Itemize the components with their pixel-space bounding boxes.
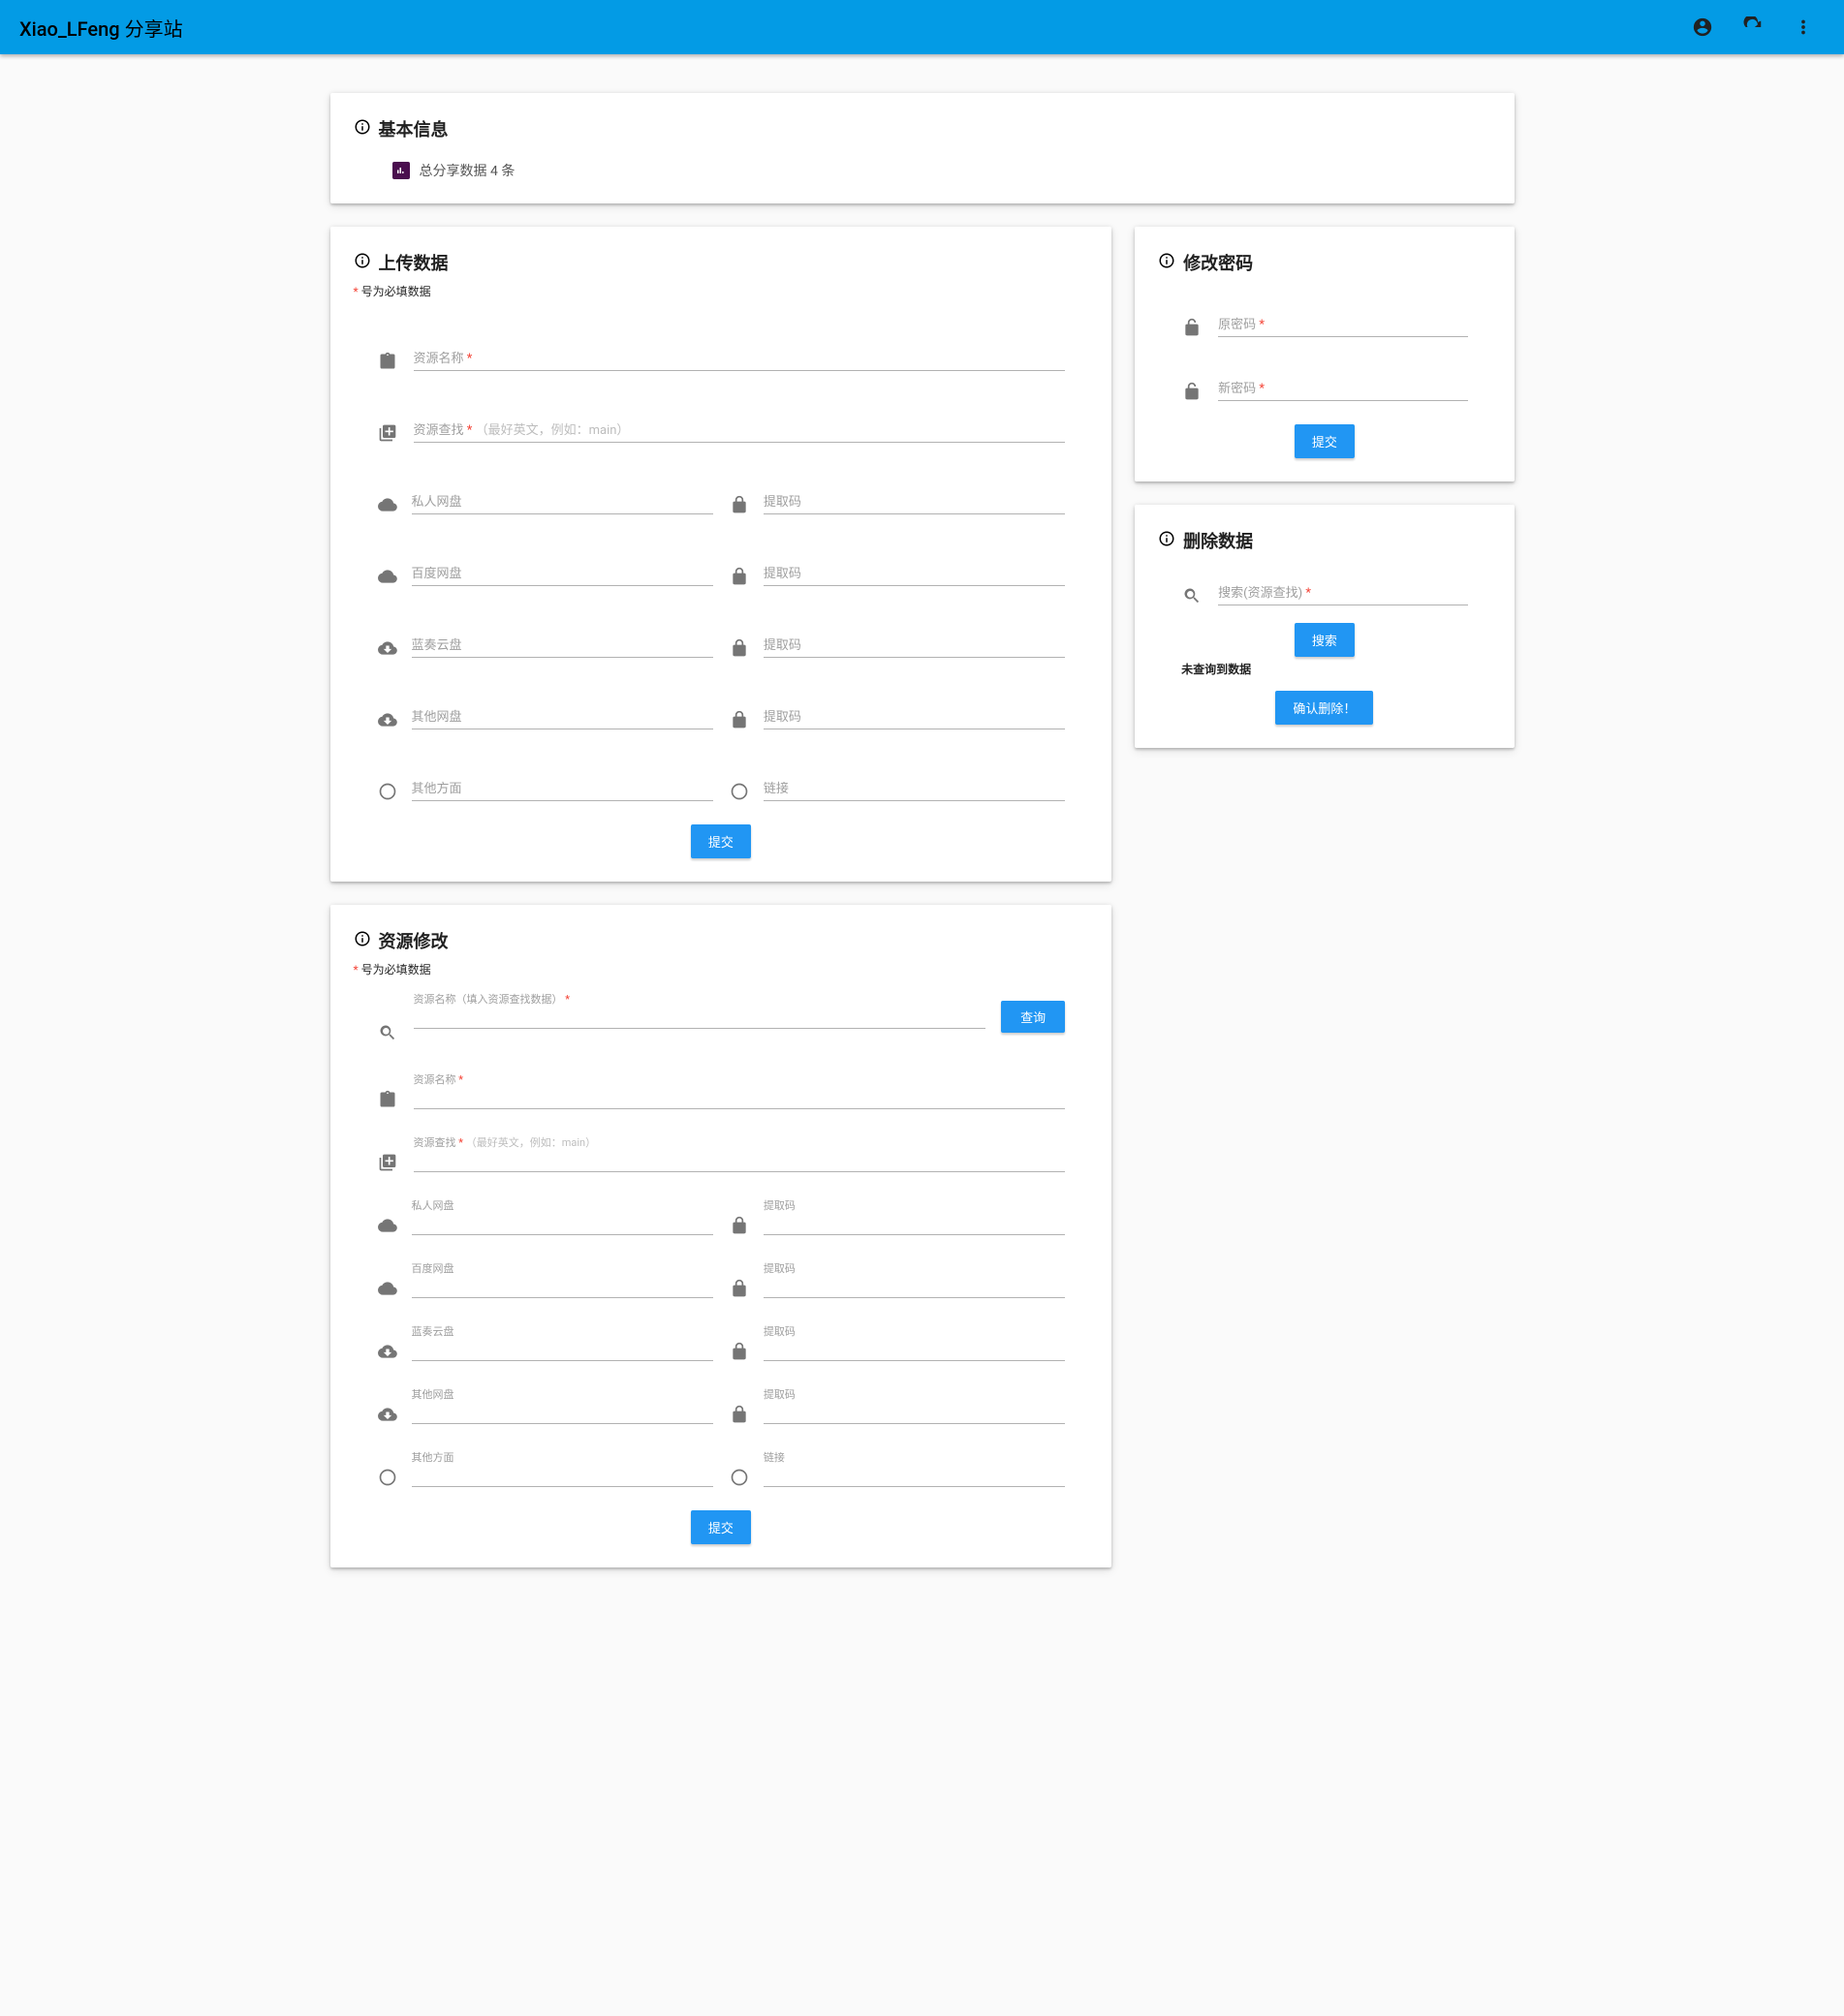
lock-open-icon: [1181, 382, 1203, 401]
chart-icon: [392, 162, 410, 179]
modify-other-aspect-input[interactable]: [412, 1463, 713, 1487]
radio-icon: [729, 782, 750, 801]
modify-slug-input[interactable]: [414, 1148, 1066, 1172]
lock-icon: [729, 495, 750, 514]
upload-required-note: * 号为必填数据: [354, 283, 1089, 299]
modify-card: 资源修改 * 号为必填数据 资源名称（填入资源查找数据） * 查询 资源名称 *…: [330, 905, 1112, 1567]
library-add-icon: [377, 1153, 398, 1172]
delete-no-result: 未查询到数据: [1158, 657, 1490, 681]
other-code-input[interactable]: [764, 704, 1065, 729]
cloud-download-icon: [377, 710, 398, 729]
modify-baidu-cloud-input[interactable]: [412, 1274, 713, 1298]
modify-title: 资源修改: [354, 928, 1089, 953]
modify-lanzou-code-input[interactable]: [764, 1337, 1065, 1361]
assignment-icon: [377, 1090, 398, 1109]
modify-search-button[interactable]: 查询: [1001, 1001, 1065, 1033]
baidu-code-input[interactable]: [764, 561, 1065, 586]
upload-title: 上传数据: [354, 250, 1089, 275]
new-password-input[interactable]: [1218, 376, 1467, 401]
lanzou-cloud-input[interactable]: [412, 633, 713, 658]
lock-icon: [729, 1279, 750, 1298]
search-icon: [1181, 586, 1203, 605]
delete-search-input[interactable]: [1218, 580, 1467, 605]
info-icon: [354, 118, 371, 140]
delete-data-title: 删除数据: [1158, 528, 1490, 553]
change-password-submit-button[interactable]: 提交: [1295, 424, 1355, 458]
info-icon: [354, 252, 371, 274]
delete-search-button[interactable]: 搜索: [1295, 623, 1355, 657]
cloud-icon: [377, 1279, 398, 1298]
assignment-icon: [377, 352, 398, 371]
resource-slug-input[interactable]: [414, 418, 1066, 443]
appbar-actions: [1685, 10, 1828, 45]
cloud-download-icon: [377, 638, 398, 658]
private-code-input[interactable]: [764, 489, 1065, 514]
lock-icon: [729, 567, 750, 586]
resource-name-field: 资源名称 *: [414, 346, 1066, 371]
confirm-delete-button[interactable]: 确认删除！: [1275, 691, 1373, 725]
radio-icon: [377, 782, 398, 801]
old-password-input[interactable]: [1218, 312, 1467, 337]
resource-slug-field: 资源查找 * （最好英文，例如：main）: [414, 418, 1066, 443]
info-icon: [354, 930, 371, 952]
lock-icon: [729, 710, 750, 729]
cloud-icon: [377, 567, 398, 586]
modify-other-cloud-input[interactable]: [412, 1400, 713, 1424]
change-password-card: 修改密码 原密码 * 新密码 * 提交: [1135, 227, 1514, 481]
modify-name-input[interactable]: [414, 1085, 1066, 1109]
modify-other-code-input[interactable]: [764, 1400, 1065, 1424]
private-cloud-input[interactable]: [412, 489, 713, 514]
upload-submit-button[interactable]: 提交: [691, 824, 751, 858]
basic-info-card: 基本信息 总分享数据 4 条: [330, 93, 1515, 203]
modify-lanzou-cloud-input[interactable]: [412, 1337, 713, 1361]
cloud-icon: [377, 1216, 398, 1235]
other-aspect-input[interactable]: [412, 776, 713, 801]
library-add-icon: [377, 423, 398, 443]
radio-icon: [729, 1468, 750, 1487]
modify-search-input[interactable]: [414, 1005, 986, 1029]
app-title: Xiao_LFeng 分享站: [16, 14, 1685, 42]
radio-icon: [377, 1468, 398, 1487]
other-cloud-input[interactable]: [412, 704, 713, 729]
search-icon: [377, 1023, 398, 1042]
refresh-icon[interactable]: [1735, 10, 1770, 45]
resource-name-input[interactable]: [414, 346, 1066, 371]
app-bar: Xiao_LFeng 分享站: [0, 0, 1844, 54]
baidu-cloud-input[interactable]: [412, 561, 713, 586]
modify-private-code-input[interactable]: [764, 1211, 1065, 1235]
upload-card: 上传数据 * 号为必填数据 资源名称 * 资源查找 * （最好英文，例如：mai…: [330, 227, 1112, 882]
modify-private-cloud-input[interactable]: [412, 1211, 713, 1235]
more-icon[interactable]: [1786, 10, 1821, 45]
lock-open-icon: [1181, 318, 1203, 337]
modify-link-input[interactable]: [764, 1463, 1065, 1487]
cloud-icon: [377, 495, 398, 514]
basic-info-summary: 总分享数据 4 条: [354, 161, 1491, 180]
info-icon: [1158, 530, 1175, 552]
modify-baidu-code-input[interactable]: [764, 1274, 1065, 1298]
delete-data-card: 删除数据 搜索(资源查找) * 搜索 未查询到数据 确认删除！: [1135, 505, 1514, 748]
lanzou-code-input[interactable]: [764, 633, 1065, 658]
cloud-download-icon: [377, 1405, 398, 1424]
account-icon[interactable]: [1685, 10, 1720, 45]
modify-required-note: * 号为必填数据: [354, 961, 1089, 977]
cloud-download-icon: [377, 1342, 398, 1361]
lock-icon: [729, 1216, 750, 1235]
basic-info-title: 基本信息: [354, 116, 1491, 141]
modify-submit-button[interactable]: 提交: [691, 1510, 751, 1544]
change-password-title: 修改密码: [1158, 250, 1490, 275]
lock-icon: [729, 1342, 750, 1361]
lock-icon: [729, 1405, 750, 1424]
lock-icon: [729, 638, 750, 658]
link-input[interactable]: [764, 776, 1065, 801]
info-icon: [1158, 252, 1175, 274]
